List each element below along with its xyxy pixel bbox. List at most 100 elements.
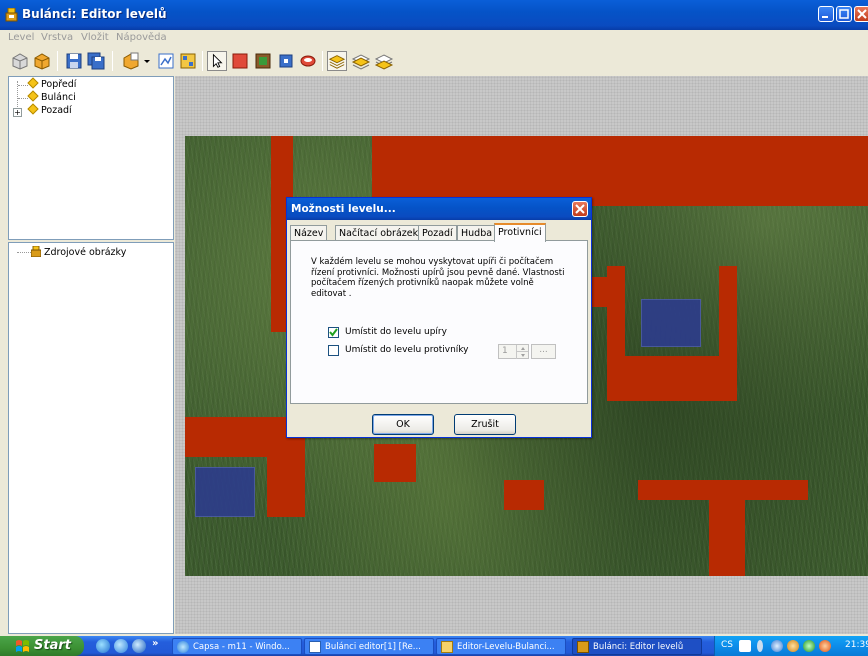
- start-button[interactable]: Start: [0, 636, 84, 656]
- tree-item-pozadi[interactable]: Pozadí: [27, 103, 72, 118]
- dialog-close-button[interactable]: [572, 201, 588, 217]
- save-icon[interactable]: [64, 51, 84, 71]
- layers-tree[interactable]: + Popředí Bulánci Pozadí: [8, 76, 174, 240]
- enemies-checkbox[interactable]: [328, 345, 339, 356]
- layer-3-icon[interactable]: [374, 51, 394, 71]
- toolbar-separator: [57, 51, 58, 71]
- obstacle-block[interactable]: [372, 136, 868, 206]
- resources-tree[interactable]: Zdrojové obrázky: [8, 242, 174, 634]
- dropdown-arrow-icon[interactable]: [142, 51, 152, 71]
- tree-item-label: Pozadí: [41, 105, 72, 116]
- tree-item-label: Bulánci: [41, 92, 76, 103]
- volume-icon[interactable]: [771, 640, 783, 652]
- layer-2-icon[interactable]: [351, 51, 371, 71]
- new-level-icon[interactable]: [10, 51, 30, 71]
- grid-icon[interactable]: [178, 51, 198, 71]
- obstacle-block[interactable]: [638, 480, 808, 500]
- menu-level[interactable]: Level: [8, 32, 34, 43]
- obstacle-block[interactable]: [607, 356, 737, 401]
- desktop-screen: { "window": { "title": "Bulánci: Editor …: [0, 0, 868, 656]
- help-icon[interactable]: [739, 640, 751, 652]
- start-label: Start: [34, 638, 71, 653]
- picture-icon[interactable]: [253, 51, 273, 71]
- taskbar: Start » Capsa - m11 - Windo... Bulánci e…: [0, 636, 868, 656]
- spawn-area[interactable]: [195, 467, 255, 517]
- language-indicator[interactable]: CS: [721, 640, 733, 650]
- task-label: Bulánci: Editor levelů: [593, 642, 684, 652]
- task-bulanci-editor[interactable]: Bulánci: Editor levelů: [572, 638, 702, 655]
- cancel-button[interactable]: Zrušit: [454, 414, 516, 435]
- toolbar-separator: [202, 51, 203, 71]
- close-icon: [575, 204, 585, 214]
- obstacle-block[interactable]: [607, 266, 625, 360]
- window-title-bar[interactable]: Bulánci: Editor levelů: [0, 0, 868, 30]
- task-capsa[interactable]: Capsa - m11 - Windo...: [172, 638, 302, 655]
- spin-up-button[interactable]: [516, 345, 528, 352]
- menu-napoveda[interactable]: Nápověda: [116, 32, 167, 43]
- tab-pozadi[interactable]: Pozadí: [418, 225, 457, 241]
- close-button[interactable]: [854, 6, 868, 22]
- menu-vrstva[interactable]: Vrstva: [41, 32, 73, 43]
- obstacle-block[interactable]: [709, 500, 745, 576]
- app-icon: [31, 246, 41, 257]
- description-text: V každém levelu se mohou vyskytovat upíř…: [311, 257, 565, 299]
- eraser-icon[interactable]: [298, 51, 318, 71]
- tab-protivnici[interactable]: Protivníci: [494, 223, 546, 242]
- spawn-area[interactable]: [641, 299, 701, 347]
- security-icon[interactable]: [803, 640, 815, 652]
- internet-explorer-icon[interactable]: [114, 639, 128, 653]
- maximize-button[interactable]: [836, 6, 852, 22]
- tray-options-icon[interactable]: [757, 640, 763, 652]
- chevron-up-icon: [521, 347, 525, 350]
- minimize-button[interactable]: [818, 6, 834, 22]
- tab-nazev[interactable]: Název: [290, 225, 328, 241]
- obstacle-block[interactable]: [185, 417, 267, 457]
- insert-object-icon[interactable]: [121, 51, 141, 71]
- quicklaunch-chevron[interactable]: »: [152, 638, 158, 649]
- level-options-dialog: Možnosti levelu... Název Načítací obráze…: [286, 197, 592, 438]
- tree-item-popredi[interactable]: Popředí: [27, 77, 77, 92]
- toolbar-separator: [112, 51, 113, 71]
- task-bulanci-editor-doc[interactable]: Bulánci editor[1] [Re...: [304, 638, 434, 655]
- obstacle-block[interactable]: [374, 444, 416, 482]
- enemy-settings-button[interactable]: ...: [531, 344, 556, 359]
- firefox-icon[interactable]: [819, 640, 831, 652]
- menu-vlozit[interactable]: Vložit: [81, 32, 109, 43]
- tab-hudba[interactable]: Hudba: [457, 225, 497, 241]
- pointer-icon[interactable]: [207, 51, 227, 71]
- layer-1-icon[interactable]: [327, 51, 347, 71]
- vampires-checkbox[interactable]: [328, 327, 339, 338]
- tree-item-label: Popředí: [41, 79, 77, 90]
- vampires-label: Umístit do levelu upíry: [345, 327, 447, 337]
- task-label: Editor-Levelu-Bulanci...: [457, 642, 555, 652]
- menu-bar: Level Vrstva Vložit Nápověda: [0, 30, 868, 46]
- enemy-count-stepper[interactable]: 1: [498, 344, 529, 359]
- close-icon: [857, 9, 867, 19]
- tree-item-label: Zdrojové obrázky: [44, 247, 127, 258]
- image-properties-icon[interactable]: [156, 51, 176, 71]
- tree-line: [17, 252, 31, 253]
- task-label: Capsa - m11 - Windo...: [193, 642, 290, 652]
- internet-explorer-icon: [177, 641, 189, 653]
- minimize-icon: [822, 16, 828, 18]
- obstacle-block[interactable]: [504, 480, 544, 510]
- show-desktop-icon[interactable]: [96, 639, 110, 653]
- enemy-count-value: 1: [502, 346, 508, 356]
- dialog-title-bar[interactable]: Možnosti levelu...: [287, 198, 591, 220]
- network-icon[interactable]: [787, 640, 799, 652]
- tree-item-zdrojove-obrazky[interactable]: Zdrojové obrázky: [31, 246, 126, 259]
- tree-item-bulanci[interactable]: Bulánci: [27, 90, 76, 105]
- browser-icon[interactable]: [132, 639, 146, 653]
- red-block-icon[interactable]: [230, 51, 250, 71]
- app-icon: [577, 641, 589, 653]
- chevron-down-icon: [521, 354, 525, 357]
- obstacle-block[interactable]: [719, 266, 737, 361]
- save-as-icon[interactable]: [86, 51, 106, 71]
- expand-toggle[interactable]: +: [13, 108, 22, 117]
- spin-down-button[interactable]: [516, 352, 528, 359]
- task-editor-folder[interactable]: Editor-Levelu-Bulanci...: [436, 638, 566, 655]
- ok-button[interactable]: OK: [372, 414, 434, 435]
- open-level-icon[interactable]: [32, 51, 52, 71]
- tab-nacitaci-obrazek[interactable]: Načítací obrázek: [335, 225, 423, 241]
- small-square-icon[interactable]: [276, 51, 296, 71]
